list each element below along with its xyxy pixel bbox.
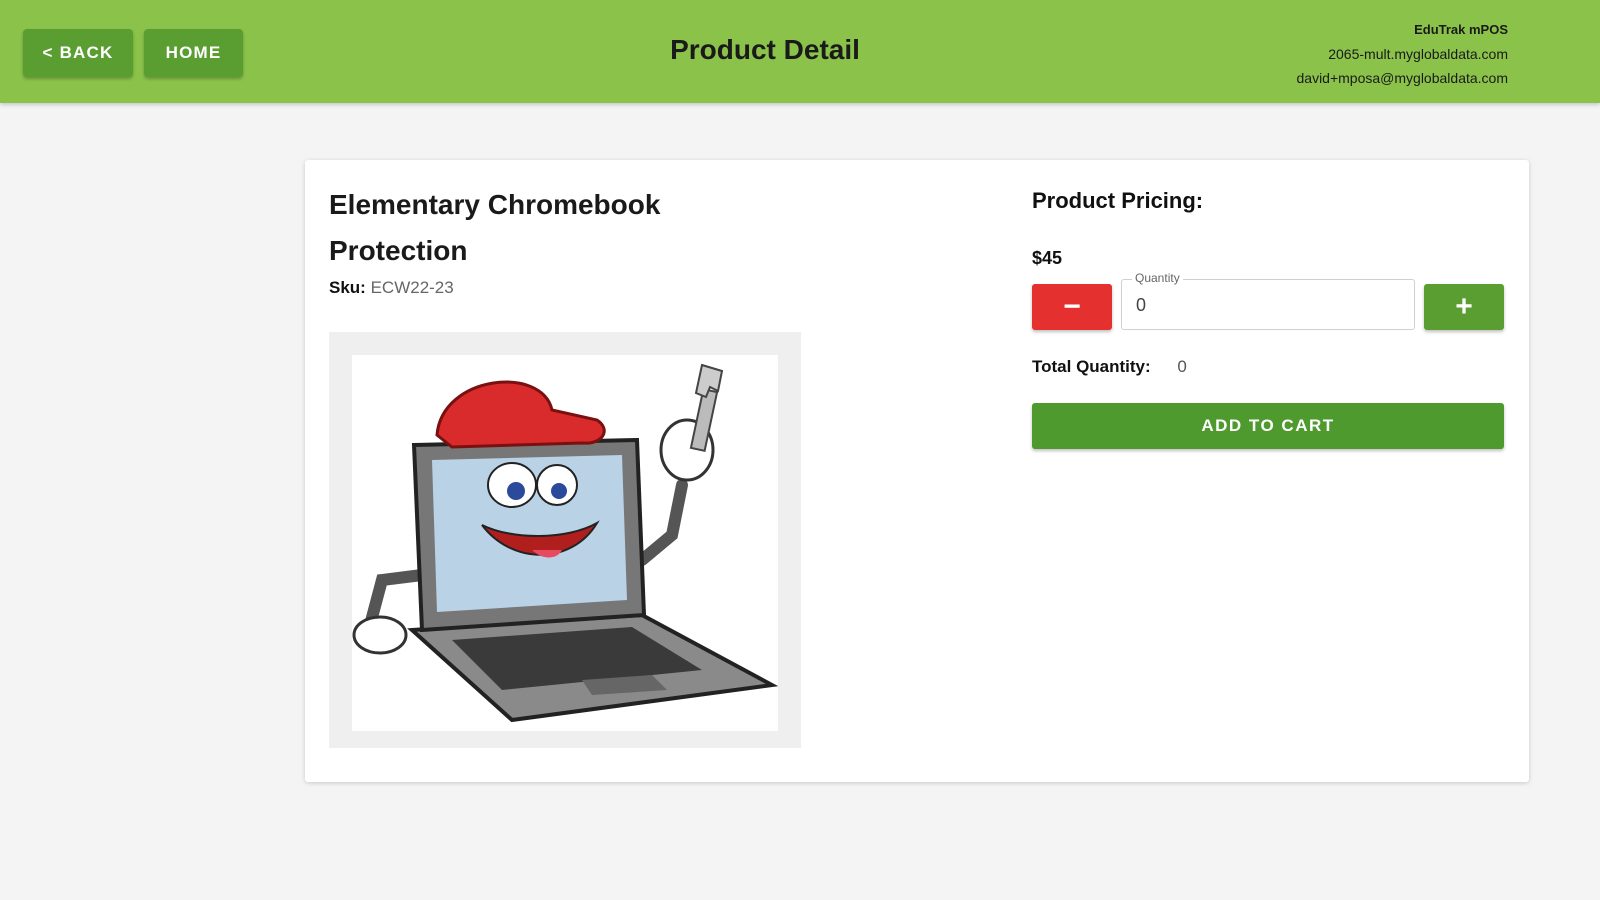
quantity-label: Quantity — [1132, 271, 1183, 285]
sku-label: Sku: — [329, 278, 366, 297]
increase-quantity-button[interactable]: + — [1424, 284, 1504, 330]
account-email: david+mposa@myglobaldata.com — [1296, 70, 1509, 86]
total-quantity-value: 0 — [1177, 357, 1187, 376]
plus-icon: + — [1455, 290, 1473, 323]
product-price: $45 — [1032, 248, 1063, 268]
quantity-field[interactable]: Quantity — [1121, 271, 1415, 330]
product-image-frame — [329, 332, 801, 748]
product-image — [352, 355, 778, 731]
product-name: Elementary Chromebook Protection — [329, 189, 661, 266]
top-app-bar: < BACK HOME Product Detail EduTrak mPOS … — [0, 0, 1600, 103]
sku-line: Sku: ECW22-23 — [329, 278, 454, 298]
account-domain: 2065-mult.myglobaldata.com — [1328, 46, 1508, 62]
product-card: Elementary Chromebook Protection Sku: EC… — [305, 160, 1529, 782]
pricing-title: Product Pricing: — [1032, 188, 1204, 213]
total-quantity-label: Total Quantity: — [1032, 357, 1151, 376]
quantity-input[interactable] — [1136, 292, 1396, 318]
laptop-mascot-icon — [352, 363, 778, 723]
minus-icon: − — [1063, 290, 1081, 323]
decrease-quantity-button[interactable]: − — [1032, 284, 1112, 330]
total-quantity: Total Quantity: 0 — [1032, 357, 1187, 377]
user-info: EduTrak mPOS 2065-mult.myglobaldata.com … — [1297, 18, 1509, 90]
add-to-cart-button[interactable]: ADD TO CART — [1032, 403, 1504, 449]
app-name: EduTrak mPOS — [1414, 22, 1508, 37]
sku-value: ECW22-23 — [370, 278, 454, 297]
